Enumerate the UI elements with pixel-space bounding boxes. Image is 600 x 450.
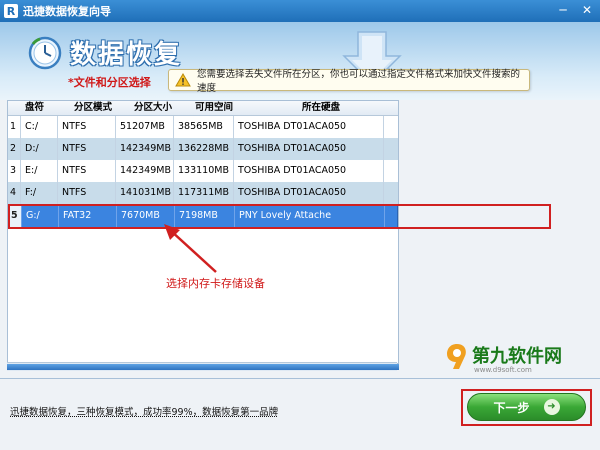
table-row[interactable]: 3 E:/ NTFS 142349MB 133110MB TOSHIBA DT0… xyxy=(8,160,398,182)
disk-cell: TOSHIBA DT01ACA050 xyxy=(234,138,384,160)
app-icon: R xyxy=(4,4,18,18)
column-header-size: 分区大小 xyxy=(133,102,172,113)
row-index: 3 xyxy=(8,160,21,182)
free-cell: 133110MB xyxy=(174,160,234,182)
watermark-text: 第九软件网 xyxy=(472,346,562,367)
drive-cell: E:/ xyxy=(21,160,58,182)
arrow-right-icon: ➜ xyxy=(543,399,560,415)
free-cell: 136228MB xyxy=(174,138,234,160)
watermark: 第九软件网 www.d9soft.com xyxy=(444,340,594,380)
header-banner: 数据恢复 *文件和分区选择 您需要选择丢失文件所在分区，你也可以通过指定文件格式… xyxy=(0,22,600,100)
disk-cell: PNY Lovely Attache xyxy=(235,205,385,227)
footer-slogan-link[interactable]: 迅捷数据恢复，三种恢复模式，成功率99%，数据恢复第一品牌 xyxy=(10,404,278,418)
window-controls: ─ ✕ xyxy=(556,3,594,17)
fs-cell: NTFS xyxy=(58,116,116,138)
row-index: 2 xyxy=(8,138,21,160)
horizontal-scrollbar[interactable] xyxy=(7,362,399,371)
close-button[interactable]: ✕ xyxy=(580,3,594,17)
row-index: 1 xyxy=(8,116,21,138)
fs-cell: NTFS xyxy=(58,160,116,182)
column-header-drive: 盘符 xyxy=(25,102,45,113)
table-row[interactable]: 1 C:/ NTFS 51207MB 38565MB TOSHIBA DT01A… xyxy=(8,116,398,138)
column-header-fs: 分区模式 xyxy=(73,102,112,113)
fs-cell: FAT32 xyxy=(59,205,117,227)
row-index: 4 xyxy=(8,182,21,204)
scrollbar-thumb[interactable] xyxy=(7,364,399,370)
watermark-url: www.d9soft.com xyxy=(474,366,532,374)
drive-cell: G:/ xyxy=(22,205,59,227)
size-cell: 142349MB xyxy=(116,160,174,182)
free-cell: 117311MB xyxy=(174,182,234,204)
annotation-arrow-icon xyxy=(164,224,217,273)
column-header-disk: 所在硬盘 xyxy=(301,102,340,113)
free-cell: 38565MB xyxy=(174,116,234,138)
disk-cell: TOSHIBA DT01ACA050 xyxy=(234,116,384,138)
table-header: 盘符 分区模式 分区大小 可用空间 所在硬盘 xyxy=(8,101,398,116)
step-subtitle: *文件和分区选择 xyxy=(68,76,151,89)
drive-cell: F:/ xyxy=(21,182,58,204)
clock-icon xyxy=(28,36,62,70)
disk-cell: TOSHIBA DT01ACA050 xyxy=(234,160,384,182)
watermark-logo-icon xyxy=(447,344,466,369)
row-index: 5 xyxy=(9,205,22,227)
next-button[interactable]: 下一步 ➜ xyxy=(467,393,586,421)
warning-icon xyxy=(175,73,191,87)
tip-text: 您需要选择丢失文件所在分区，你也可以通过指定文件格式来加快文件搜索的速度 xyxy=(197,69,521,94)
feature-title: 数据恢复 xyxy=(70,40,183,70)
footer-divider xyxy=(0,378,600,379)
minimize-button[interactable]: ─ xyxy=(556,3,570,17)
next-button-label: 下一步 xyxy=(493,400,530,415)
title-bar: R 迅捷数据恢复向导 ─ ✕ xyxy=(0,0,600,22)
tip-bubble: 您需要选择丢失文件所在分区，你也可以通过指定文件格式来加快文件搜索的速度 xyxy=(168,69,530,94)
size-cell: 142349MB xyxy=(116,138,174,160)
table-row[interactable]: 2 D:/ NTFS 142349MB 136228MB TOSHIBA DT0… xyxy=(8,138,398,160)
fs-cell: NTFS xyxy=(58,182,116,204)
window-title: 迅捷数据恢复向导 xyxy=(23,5,111,18)
size-cell: 51207MB xyxy=(116,116,174,138)
drive-cell: D:/ xyxy=(21,138,58,160)
fs-cell: NTFS xyxy=(58,138,116,160)
disk-cell: TOSHIBA DT01ACA050 xyxy=(234,182,384,204)
size-cell: 141031MB xyxy=(116,182,174,204)
column-header-free: 可用空间 xyxy=(194,102,233,113)
annotation-text: 选择内存卡存储设备 xyxy=(166,277,265,290)
drive-cell: C:/ xyxy=(21,116,58,138)
table-row[interactable]: 4 F:/ NTFS 141031MB 117311MB TOSHIBA DT0… xyxy=(8,182,398,204)
